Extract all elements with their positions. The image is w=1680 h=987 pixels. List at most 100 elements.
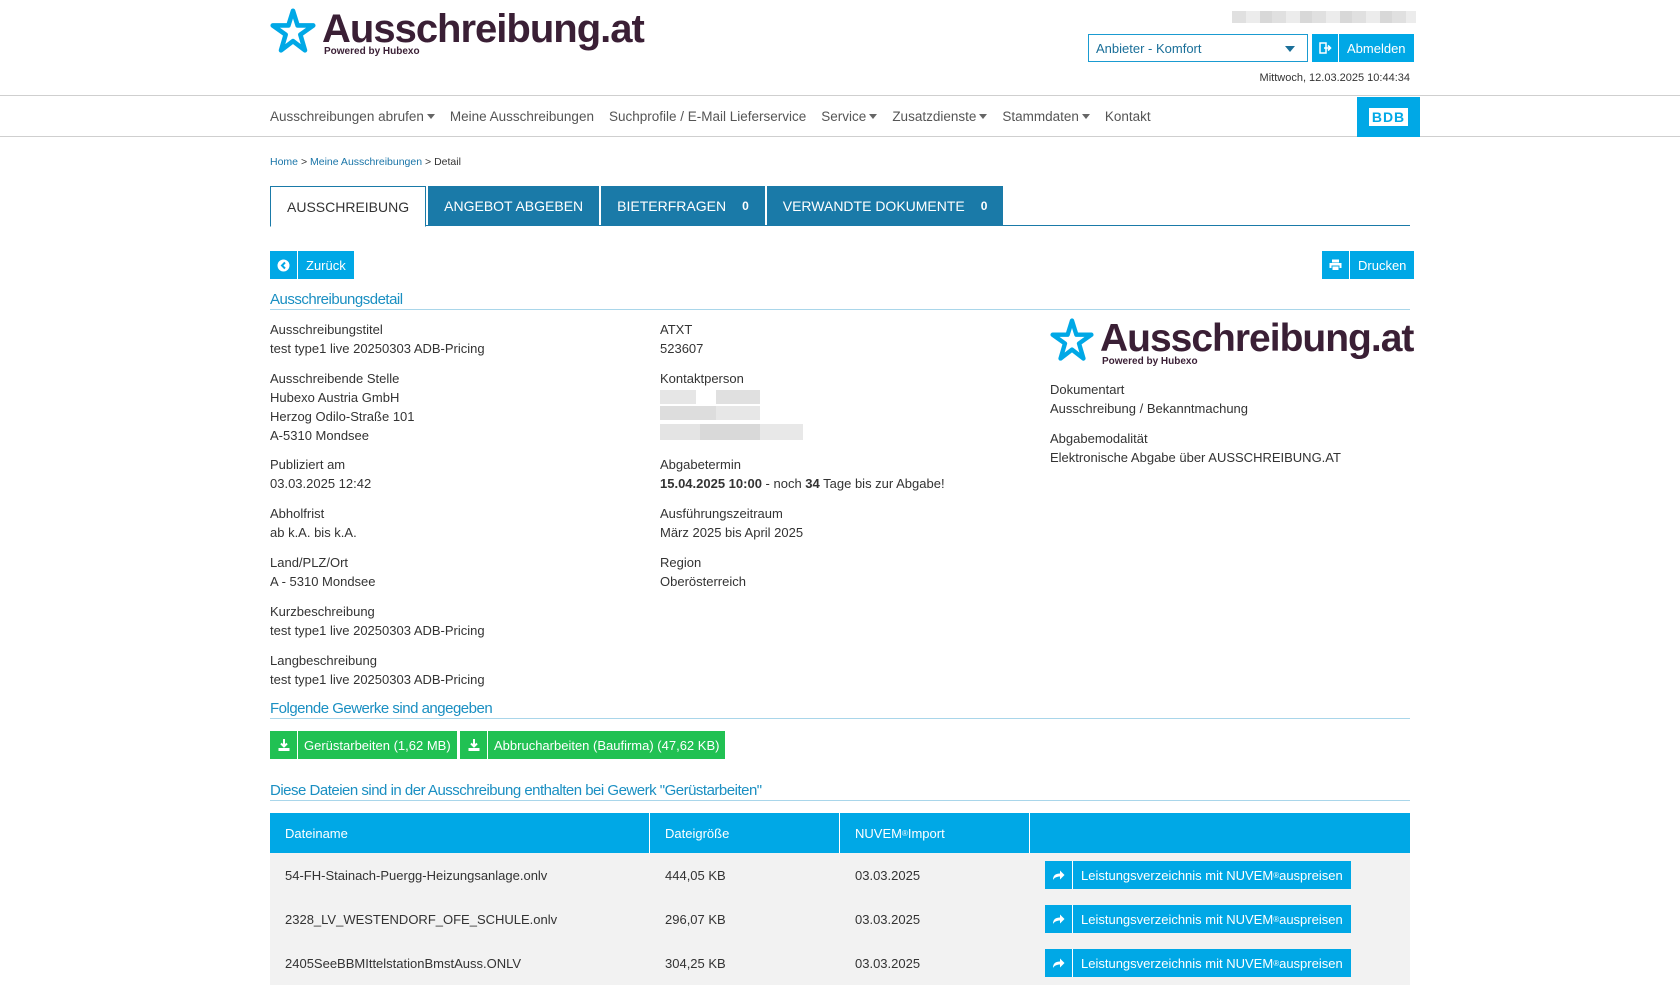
field-long-description: Langbeschreibung test type1 live 2025030… xyxy=(270,651,485,689)
field-label: Ausführungszeitraum xyxy=(660,506,783,521)
field-value: Herzog Odilo-Straße 101 xyxy=(270,409,415,424)
field-short-description: Kurzbeschreibung test type1 live 2025030… xyxy=(270,602,485,640)
field-value: Elektronische Abgabe über AUSSCHREIBUNG.… xyxy=(1050,450,1341,465)
field-value: A - 5310 Mondsee xyxy=(270,574,376,589)
field-label: Kontaktperson xyxy=(660,371,744,386)
nav-item-4[interactable]: Zusatzdienste xyxy=(892,109,988,124)
field-value: Ausschreibung / Bekanntmachung xyxy=(1050,401,1249,416)
tab-bieterfragen[interactable]: BIETERFRAGEN 0 xyxy=(601,186,765,226)
import-post: Import xyxy=(907,825,945,841)
cell-filesize: 296,07 KB xyxy=(665,911,726,927)
caret-down-icon xyxy=(426,114,435,119)
deadline-date: 15.04.2025 10:00 xyxy=(660,476,762,491)
blurred-contact xyxy=(660,390,810,446)
table-row: 54-FH-Stainach-Puergg-Heizungsanlage.onl… xyxy=(270,853,1410,897)
tab-label: BIETERFRAGEN xyxy=(617,198,727,214)
breadcrumb-home[interactable]: Home xyxy=(270,156,298,168)
table-row: 2405SeeBBMIttelstationBmstAuss.ONLV 304,2… xyxy=(270,941,1410,985)
nav-item-label: Zusatzdienste xyxy=(892,109,977,124)
price-with-nuvem-label: Leistungsverzeichnis mit NUVEM ® auspreis… xyxy=(1072,949,1351,977)
field-value: Hubexo Austria GmbH xyxy=(270,390,400,405)
back-button[interactable]: Zurück xyxy=(270,251,354,279)
nav-item-6[interactable]: Kontakt xyxy=(1105,109,1151,124)
nav-item-2[interactable]: Suchprofile / E-Mail Lieferservice xyxy=(609,109,806,124)
current-datetime: Mittwoch, 12.03.2025 10:44:34 xyxy=(1259,72,1410,84)
field-value: A-5310 Mondsee xyxy=(270,428,370,443)
nav-item-label: Suchprofile / E-Mail Lieferservice xyxy=(608,109,807,124)
btn-post: auspreisen xyxy=(1279,911,1343,927)
field-value: 523607 xyxy=(660,341,704,356)
deadline-mid: - noch xyxy=(761,476,806,491)
nav-item-3[interactable]: Service xyxy=(821,109,878,124)
caret-down-icon xyxy=(979,114,988,119)
field-region: Region Oberösterreich xyxy=(660,553,746,591)
field-document-type: Dokumentart Ausschreibung / Bekanntmachu… xyxy=(1050,380,1248,418)
logout-icon xyxy=(1312,34,1338,62)
table-header: Dateiname Dateigröße NUVEM ® Import xyxy=(270,813,1410,853)
download-icon xyxy=(270,731,297,759)
site-header: Ausschreibung.at Powered by Hubexo Anbie… xyxy=(0,0,1680,96)
tab-label: AUSSCHREIBUNG xyxy=(287,198,410,215)
field-published: Publiziert am 03.03.2025 12:42 xyxy=(270,455,371,493)
bdb-logo-text: BDB xyxy=(1368,108,1409,126)
publisher-logo: Ausschreibung.at Powered by Hubexo xyxy=(1050,318,1414,367)
breadcrumb-separator: > xyxy=(425,156,432,168)
cell-import-date: 03.03.2025 xyxy=(855,955,921,971)
nav-item-0[interactable]: Ausschreibungen abrufen xyxy=(270,109,435,124)
price-with-nuvem-button[interactable]: Leistungsverzeichnis mit NUVEM ® auspreis… xyxy=(1045,905,1410,933)
field-label: Land/PLZ/Ort xyxy=(270,555,349,570)
field-label: ATXT xyxy=(660,322,693,337)
deadline-days: 34 xyxy=(805,476,820,491)
cell-action: Leistungsverzeichnis mit NUVEM ® auspreis… xyxy=(1030,949,1410,977)
download-trade-label: Abbrucharbeiten (Baufirma) (47,62 KB) xyxy=(487,731,726,759)
cell-filesize: 444,05 KB xyxy=(665,867,726,883)
print-button[interactable]: Drucken xyxy=(1322,251,1415,279)
cell-action: Leistungsverzeichnis mit NUVEM ® auspreis… xyxy=(1030,861,1410,889)
breadcrumb-separator: > xyxy=(300,156,308,168)
field-label: Publiziert am xyxy=(270,457,346,472)
tab-verwandte-dokumente[interactable]: VERWANDTE DOKUMENTE 0 xyxy=(766,186,1004,226)
tab-count: 0 xyxy=(980,199,988,213)
btn-pre: Leistungsverzeichnis mit NUVEM xyxy=(1081,867,1274,883)
caret-down-icon xyxy=(869,114,878,119)
tab-label: VERWANDTE DOKUMENTE xyxy=(782,198,965,214)
btn-post: auspreisen xyxy=(1279,867,1343,883)
field-label: Abgabetermin xyxy=(660,457,741,472)
site-logo[interactable]: Ausschreibung.at Powered by Hubexo xyxy=(270,7,645,57)
tab-angebot-abgeben[interactable]: ANGEBOT ABGEBEN xyxy=(428,186,600,226)
field-contact-person: Kontaktperson xyxy=(660,369,810,446)
section-heading-files: Diese Dateien sind in der Ausschreibung … xyxy=(270,782,1410,801)
field-value: ab k.A. bis k.A. xyxy=(270,525,357,540)
price-with-nuvem-button[interactable]: Leistungsverzeichnis mit NUVEM ® auspreis… xyxy=(1045,949,1410,977)
nav-item-1[interactable]: Meine Ausschreibungen xyxy=(450,109,594,124)
download-trade-button[interactable]: Gerüstarbeiten (1,62 MB) xyxy=(270,731,457,759)
tab-ausschreibung[interactable]: AUSSCHREIBUNG xyxy=(270,186,427,227)
nav-item-5[interactable]: Stammdaten xyxy=(1002,109,1090,124)
field-contracting-authority: Ausschreibende Stelle Hubexo Austria Gmb… xyxy=(270,369,415,445)
field-location: Land/PLZ/Ort A - 5310 Mondsee xyxy=(270,553,376,591)
download-trade-label: Gerüstarbeiten (1,62 MB) xyxy=(297,731,457,759)
back-label: Zurück xyxy=(297,251,354,279)
btn-post: auspreisen xyxy=(1279,955,1343,971)
cell-filename: 54-FH-Stainach-Puergg-Heizungsanlage.onl… xyxy=(285,867,548,883)
table-row: 2328_LV_WESTENDORF_OFE_SCHULE.onlv 296,07… xyxy=(270,897,1410,941)
field-label: Kurzbeschreibung xyxy=(270,604,375,619)
breadcrumb-my-tenders[interactable]: Meine Ausschreibungen xyxy=(310,156,422,168)
role-select[interactable]: Anbieter - Komfort xyxy=(1088,34,1308,62)
download-trade-button[interactable]: Abbrucharbeiten (Baufirma) (47,62 KB) xyxy=(460,731,726,759)
logout-button[interactable]: Abmelden xyxy=(1312,34,1414,62)
section-heading-detail: Ausschreibungsdetail xyxy=(270,291,1410,310)
role-select-value: Anbieter - Komfort xyxy=(1096,41,1202,56)
printer-icon xyxy=(1322,251,1349,279)
share-arrow-icon xyxy=(1045,949,1072,977)
field-value: März 2025 bis April 2025 xyxy=(660,525,804,540)
star-logo-icon xyxy=(1050,318,1094,361)
logo-title: Ausschreibung.at xyxy=(322,7,645,51)
share-arrow-icon xyxy=(1045,905,1072,933)
caret-down-icon xyxy=(1081,114,1090,119)
price-with-nuvem-label: Leistungsverzeichnis mit NUVEM ® auspreis… xyxy=(1072,861,1351,889)
field-title: Ausschreibungstitel test type1 live 2025… xyxy=(270,320,485,358)
field-label: Langbeschreibung xyxy=(270,653,377,668)
price-with-nuvem-button[interactable]: Leistungsverzeichnis mit NUVEM ® auspreis… xyxy=(1045,861,1410,889)
bdb-logo[interactable]: BDB xyxy=(1357,97,1420,137)
